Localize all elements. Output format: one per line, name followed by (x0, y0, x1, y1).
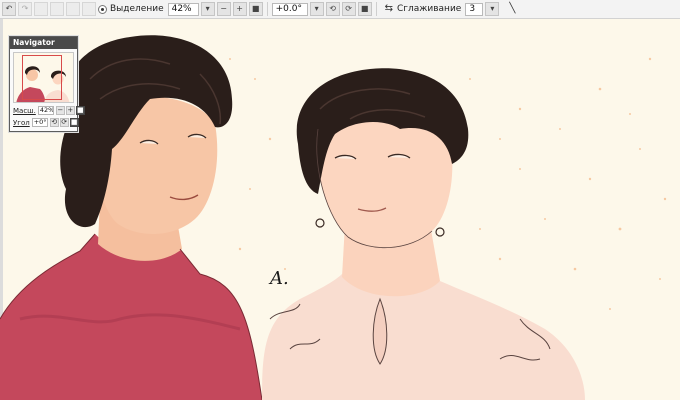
zoom-dropdown-button[interactable]: ▾ (200, 2, 215, 16)
redo-button[interactable]: ↷ (18, 2, 32, 16)
line-icon[interactable]: ╲ (509, 4, 515, 14)
drawing-canvas[interactable]: A. Navigator Масш. 42% − + ■ Угол +0° ⟲ … (0, 19, 680, 400)
zoom-in-button[interactable]: + (232, 2, 247, 16)
artwork: A. (0, 35, 667, 400)
minus-icon: − (57, 106, 64, 114)
square-icon: ■ (360, 4, 369, 13)
blank-button-2[interactable] (50, 2, 64, 16)
flip-horizontal-icon[interactable]: ⇆ (385, 4, 393, 14)
artist-signature: A. (268, 268, 289, 289)
rotate-reset-button[interactable]: ■ (357, 2, 372, 16)
navigator-title: Navigator (10, 37, 77, 49)
undo-icon: ↶ (5, 4, 13, 13)
zoom-reset-button[interactable]: ■ (248, 2, 263, 16)
toolbar-divider (266, 2, 268, 16)
square-icon: ■ (251, 4, 260, 13)
plus-icon: + (236, 4, 243, 13)
navigator-scale-row: Масш. 42% − + ■ (13, 106, 86, 115)
smoothing-dropdown-button[interactable]: ▾ (485, 2, 500, 16)
square-icon: ■ (77, 106, 84, 114)
chevron-down-icon: ▾ (490, 4, 495, 13)
selection-label: Выделение (110, 4, 164, 14)
right-earring-left (315, 218, 325, 228)
navigator-zoom-reset-button[interactable]: ■ (75, 106, 85, 115)
rotation-dropdown-button[interactable]: ▾ (309, 2, 324, 16)
rotate-left-icon: ⟲ (51, 118, 58, 126)
rotate-left-button[interactable]: ⟲ (325, 2, 340, 16)
navigator-panel[interactable]: Navigator Масш. 42% − + ■ Угол +0° ⟲ ⟳ ■ (9, 36, 85, 132)
square-icon: ■ (70, 118, 78, 126)
blank-button-4[interactable] (82, 2, 96, 16)
navigator-angle-input[interactable]: +0° (31, 118, 48, 127)
navigator-rotate-left-button[interactable]: ⟲ (49, 118, 59, 127)
blank-button-1[interactable] (34, 2, 48, 16)
top-toolbar: ↶ ↷ Выделение 42% ▾ − + ■ +0.0° ▾ ⟲ ⟳ ■ … (0, 0, 680, 19)
right-earring-right (435, 227, 445, 237)
navigator-thumbnail[interactable] (13, 52, 74, 103)
navigator-rotate-reset-button[interactable]: ■ (69, 118, 79, 127)
right-blouse (262, 274, 585, 400)
toolbar-divider (375, 2, 377, 16)
smoothing-input[interactable]: 3 (465, 2, 484, 16)
navigator-scale-label: Масш. (13, 106, 36, 115)
navigator-scale-input[interactable]: 42% (37, 106, 54, 115)
chevron-down-icon: ▾ (205, 4, 210, 13)
undo-button[interactable]: ↶ (2, 2, 16, 16)
navigator-zoom-in-button[interactable]: + (65, 106, 75, 115)
rotate-right-icon: ⟳ (61, 118, 68, 126)
navigator-view-frame[interactable] (22, 55, 62, 100)
blank-button-3[interactable] (66, 2, 80, 16)
selection-eye-icon[interactable] (98, 4, 107, 14)
rotate-right-button[interactable]: ⟳ (341, 2, 356, 16)
minus-icon: − (220, 4, 227, 13)
redo-icon: ↷ (21, 4, 29, 13)
chevron-down-icon: ▾ (314, 4, 319, 13)
plus-icon: + (67, 106, 74, 114)
navigator-zoom-out-button[interactable]: − (55, 106, 65, 115)
rotation-input[interactable]: +0.0° (271, 2, 308, 16)
smoothing-label: Сглаживание (397, 4, 462, 14)
rotate-left-icon: ⟲ (329, 4, 336, 13)
navigator-angle-label: Угол (13, 118, 30, 127)
zoom-out-button[interactable]: − (216, 2, 231, 16)
navigator-angle-row: Угол +0° ⟲ ⟳ ■ (13, 118, 80, 127)
rotate-right-icon: ⟳ (345, 4, 352, 13)
zoom-input[interactable]: 42% (167, 2, 199, 16)
navigator-rotate-right-button[interactable]: ⟳ (59, 118, 69, 127)
